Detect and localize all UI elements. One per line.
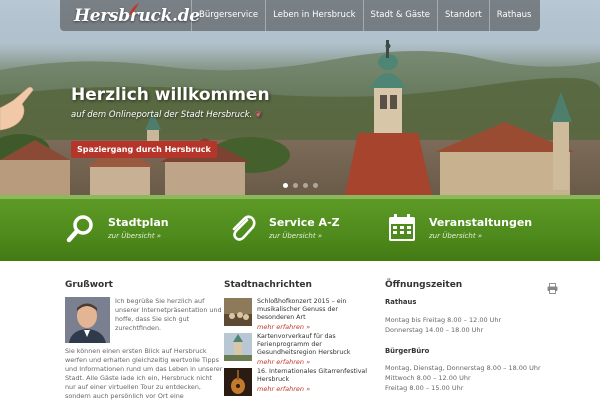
quicklink-title: Service A-Z: [269, 216, 340, 229]
hero-slider: Hersbruck.de Bürgerservice Leben in Hers…: [0, 0, 600, 195]
calendar-icon: [389, 214, 415, 241]
nav-item-stadt-gaeste[interactable]: Stadt & Gäste: [362, 0, 437, 31]
logo-brush-icon: [129, 3, 139, 15]
news-thumbnail: [224, 298, 252, 326]
news-more-link[interactable]: mehr erfahren »: [257, 385, 375, 393]
news-more-link[interactable]: mehr erfahren »: [257, 358, 375, 366]
slider-dot-2[interactable]: [293, 183, 298, 188]
quicklink-title: Stadtplan: [108, 216, 169, 229]
tour-button[interactable]: Spaziergang durch Hersbruck: [71, 141, 217, 158]
opening-hours-section: Öffnungszeiten Rathaus Montag bis Freita…: [385, 280, 570, 400]
news-item[interactable]: Kartenvorverkauf für das Ferienprogramm …: [224, 333, 375, 366]
nav-item-buergerservice[interactable]: Bürgerservice: [191, 0, 265, 31]
hours-line: Donnerstag 14.00 – 18.00 Uhr: [385, 326, 484, 334]
magnifier-icon: [66, 215, 93, 243]
news-section: Stadtnachrichten Schloßhofkonzert 2015 –…: [224, 280, 374, 396]
nav-item-rathaus[interactable]: Rathaus: [488, 0, 539, 31]
news-thumbnail: [224, 368, 252, 396]
slider-dot-1[interactable]: [283, 183, 288, 188]
hours-line: Mittwoch 8.00 – 12.00 Uhr: [385, 374, 471, 382]
news-title: 16. Internationales Gitarrenfestival Her…: [257, 368, 368, 383]
nav-item-leben-in-hersbruck[interactable]: Leben in Hersbruck: [265, 0, 362, 31]
hours-line: Montag, Dienstag, Donnerstag 8.00 – 18.0…: [385, 364, 541, 372]
quicklink-overview-link[interactable]: zur Übersicht »: [429, 232, 482, 240]
hero-title: Herzlich willkommen: [71, 85, 270, 105]
grusswort-section: Grußwort Ich begrüße Sie herzlich auf un…: [65, 280, 222, 400]
site-logo[interactable]: Hersbruck.de: [74, 3, 200, 28]
quicklinks-band: Stadtplan zur Übersicht » Service A-Z zu…: [0, 195, 600, 261]
hours-line: Freitag 8.00 – 15.00 Uhr: [385, 384, 464, 392]
mayor-portrait-image: [65, 297, 110, 343]
news-more-link[interactable]: mehr erfahren »: [257, 323, 375, 331]
quicklink-overview-link[interactable]: zur Übersicht »: [269, 232, 322, 240]
hero-subtitle: auf dem Onlineportal der Stadt Hersbruck…: [71, 110, 262, 120]
nav-item-standort[interactable]: Standort: [437, 0, 489, 31]
hero-subtitle-text: auf dem Onlineportal der Stadt Hersbruck…: [71, 110, 253, 120]
buergerbuero-label: BürgerBüro: [385, 347, 430, 355]
paperclip-icon: [232, 215, 256, 241]
news-item[interactable]: 16. Internationales Gitarrenfestival Her…: [224, 368, 374, 398]
mayor-photo: [65, 297, 110, 343]
news-title: Schloßhofkonzert 2015 – ein musikalische…: [257, 298, 347, 321]
grusswort-body: Sie können einen ersten Blick auf Hersbr…: [65, 347, 223, 400]
quicklink-overview-link[interactable]: zur Übersicht »: [108, 232, 161, 240]
hours-line: Montag bis Freitag 8.00 – 12.00 Uhr: [385, 316, 502, 324]
rathaus-label: Rathaus: [385, 298, 417, 306]
grusswort-intro: Ich begrüße Sie herzlich auf unserer Int…: [115, 297, 222, 332]
news-thumbnail: [224, 333, 252, 361]
hours-heading: Öffnungszeiten: [385, 280, 463, 290]
slider-dot-4[interactable]: [313, 183, 318, 188]
quicklink-title: Veranstaltungen: [429, 216, 533, 229]
news-title: Kartenvorverkauf für das Ferienprogramm …: [257, 333, 351, 356]
slider-dot-3[interactable]: [303, 183, 308, 188]
print-icon[interactable]: [547, 283, 558, 294]
news-item[interactable]: Schloßhofkonzert 2015 – ein musikalische…: [224, 298, 375, 331]
main-navigation: Bürgerservice Leben in Hersbruck Stadt &…: [191, 0, 538, 31]
news-heading: Stadtnachrichten: [224, 280, 312, 290]
grusswort-heading: Grußwort: [65, 280, 113, 290]
slider-pagination: [283, 183, 318, 188]
heart-icon: ❦: [255, 110, 263, 120]
